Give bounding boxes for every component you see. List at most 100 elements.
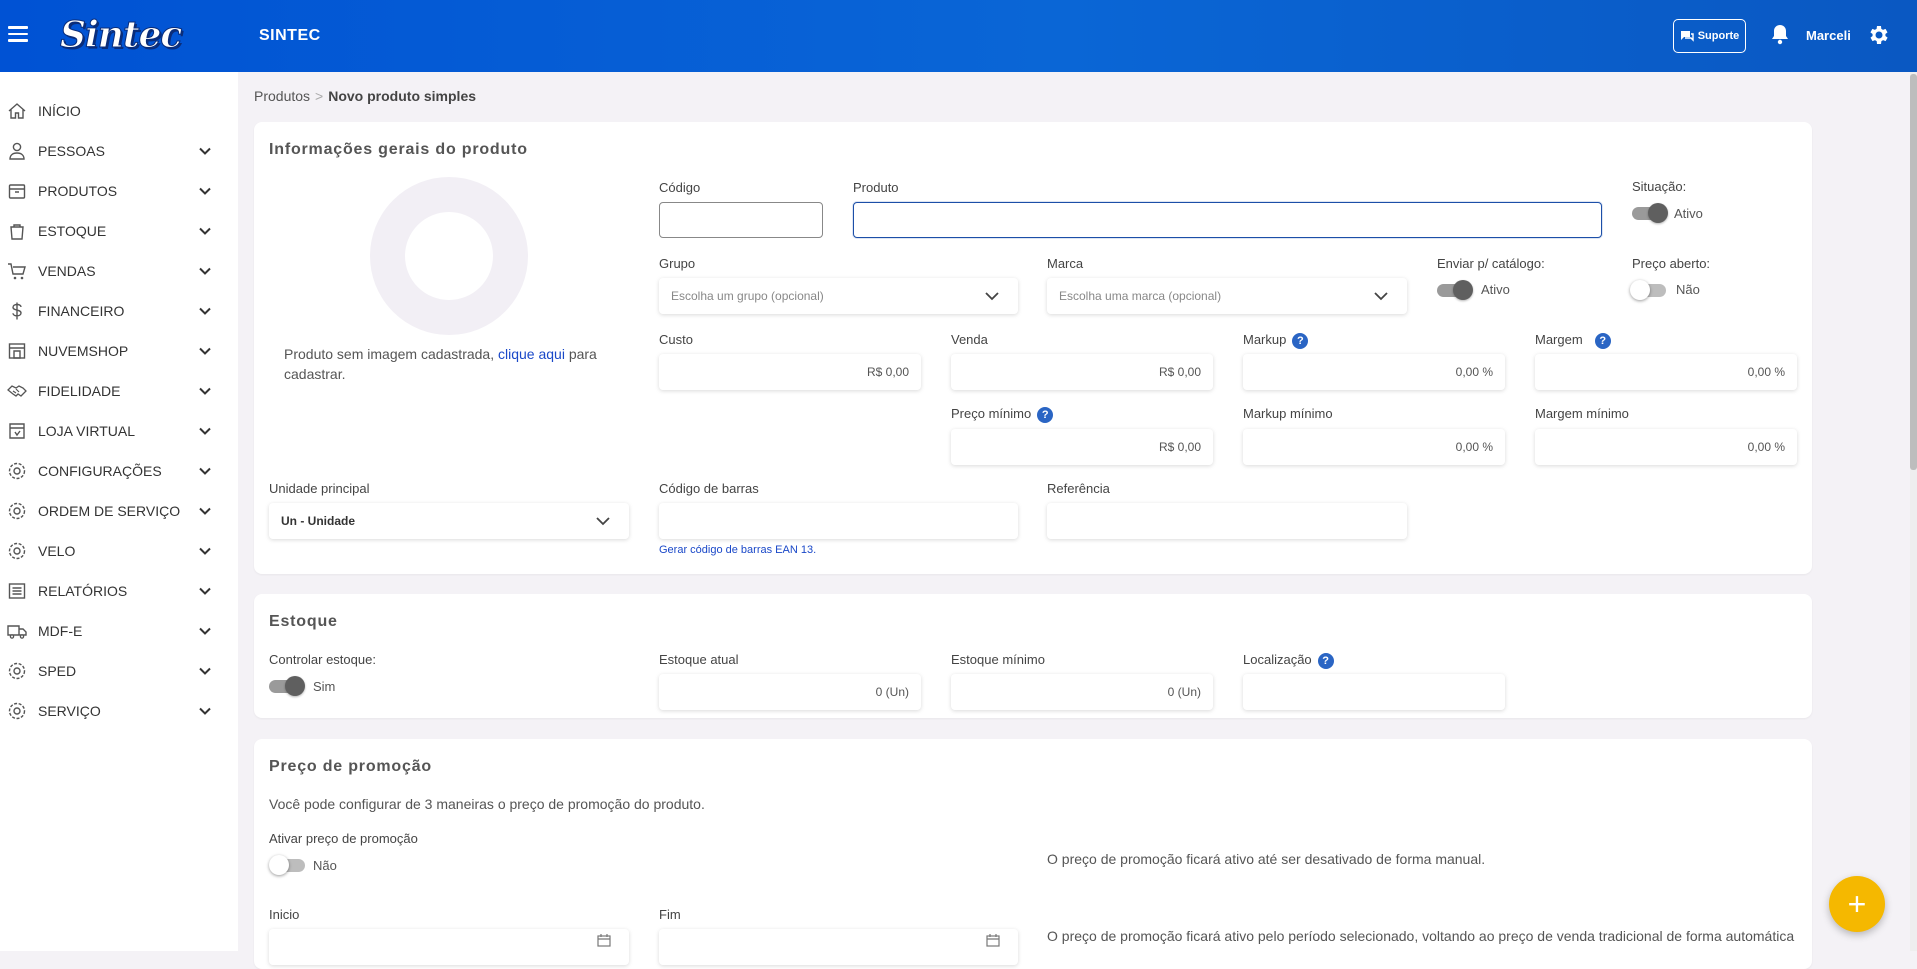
barras-label: Código de barras [659, 481, 759, 496]
settings-icon [8, 662, 26, 680]
breadcrumb-parent[interactable]: Produtos [254, 88, 310, 104]
barras-input[interactable] [659, 503, 1018, 539]
chevron-down-icon[interactable] [198, 344, 212, 358]
sidebar-item-produtos[interactable]: PRODUTOS [0, 171, 238, 211]
sidebar-item-servico[interactable]: SERVIÇO [0, 691, 238, 731]
venda-input[interactable]: R$ 0,00 [951, 354, 1213, 390]
controlar-label: Controlar estoque: [269, 652, 376, 667]
home-icon [8, 103, 26, 119]
estoque-atual-label: Estoque atual [659, 652, 739, 667]
sidebar-item-mdf-e[interactable]: MDF-E [0, 611, 238, 651]
referencia-input[interactable] [1047, 503, 1407, 539]
chevron-down-icon[interactable] [198, 264, 212, 278]
sidebar-item-label: VENDAS [38, 263, 96, 279]
scrollbar-thumb[interactable] [1910, 74, 1917, 470]
sidebar-item-label: VELO [38, 543, 76, 559]
promo-title: Preço de promoção [269, 758, 432, 775]
store-icon [8, 343, 26, 359]
settings-icon [8, 502, 26, 520]
catalogo-toggle[interactable] [1437, 280, 1473, 300]
markup-minimo-label: Markup mínimo [1243, 406, 1333, 421]
ativar-promo-toggle[interactable] [269, 855, 307, 875]
chevron-down-icon[interactable] [198, 224, 212, 238]
calendar-icon[interactable] [597, 934, 611, 947]
promo-description: Você pode configurar de 3 maneiras o pre… [269, 796, 705, 812]
custo-input[interactable]: R$ 0,00 [659, 354, 921, 390]
markup-input[interactable]: 0,00 % [1243, 354, 1505, 390]
chevron-down-icon[interactable] [198, 504, 212, 518]
situacao-toggle[interactable] [1632, 203, 1668, 223]
help-icon[interactable]: ? [1292, 332, 1309, 349]
scrollbar[interactable] [1910, 72, 1917, 951]
chevron-down-icon[interactable] [198, 664, 212, 678]
custo-label: Custo [659, 332, 693, 347]
codigo-input[interactable] [659, 202, 823, 238]
sidebar-item-nuvemshop[interactable]: NUVEMSHOP [0, 331, 238, 371]
sidebar-item-financeiro[interactable]: FINANCEIRO [0, 291, 238, 331]
estoque-atual-input[interactable]: 0 (Un) [659, 674, 921, 710]
chevron-down-icon[interactable] [198, 144, 212, 158]
preco-minimo-input[interactable]: R$ 0,00 [951, 429, 1213, 465]
settings-icon [8, 462, 26, 480]
chevron-down-icon[interactable] [198, 464, 212, 478]
chevron-down-icon[interactable] [198, 384, 212, 398]
logo[interactable]: Sintec [59, 14, 182, 57]
catalogo-value: Ativo [1481, 282, 1510, 297]
sidebar-item-sped[interactable]: SPED [0, 651, 238, 691]
chevron-down-icon[interactable] [198, 184, 212, 198]
sidebar-item-label: PRODUTOS [38, 183, 118, 199]
controlar-value: Sim [313, 679, 336, 694]
sidebar-item-configuracoes[interactable]: CONFIGURAÇÕES [0, 451, 238, 491]
sidebar-item-relatorios[interactable]: RELATÓRIOS [0, 571, 238, 611]
truck-icon [7, 625, 27, 639]
chevron-down-icon[interactable] [198, 584, 212, 598]
margem-input[interactable]: 0,00 % [1535, 354, 1797, 390]
grupo-label: Grupo [659, 256, 696, 271]
unidade-value: Un - Unidade [281, 514, 355, 528]
estoque-minimo-input[interactable]: 0 (Un) [951, 674, 1213, 710]
menu-icon[interactable] [8, 26, 28, 42]
grupo-select[interactable]: Escolha um grupo (opcional) [659, 278, 1018, 314]
chevron-down-icon[interactable] [198, 704, 212, 718]
bell-icon[interactable] [1770, 23, 1790, 45]
sidebar-item-loja-virtual[interactable]: LOJA VIRTUAL [0, 411, 238, 451]
margem-minimo-input[interactable]: 0,00 % [1535, 429, 1797, 465]
upload-image-link[interactable]: clique aqui [498, 346, 565, 362]
controlar-toggle[interactable] [269, 676, 305, 696]
help-icon[interactable]: ? [1594, 332, 1611, 349]
sidebar-item-label: FIDELIDADE [38, 383, 121, 399]
sidebar-item-vendas[interactable]: VENDAS [0, 251, 238, 291]
marca-select[interactable]: Escolha uma marca (opcional) [1047, 278, 1407, 314]
preco-aberto-value: Não [1676, 282, 1700, 297]
markup-label: Markup [1243, 332, 1287, 347]
inicio-date-input[interactable] [269, 929, 629, 965]
markup-minimo-input[interactable]: 0,00 % [1243, 429, 1505, 465]
calendar-icon[interactable] [986, 934, 1000, 947]
dollar-icon [12, 302, 22, 320]
help-icon[interactable]: ? [1317, 652, 1334, 669]
sidebar-item-ordem-de-servico[interactable]: ORDEM DE SERVIÇO [0, 491, 238, 531]
chevron-down-icon[interactable] [198, 624, 212, 638]
sidebar-item-estoque[interactable]: ESTOQUE [0, 211, 238, 251]
help-icon[interactable]: ? [1037, 406, 1054, 423]
sidebar-item-label: SERVIÇO [38, 703, 101, 719]
add-button[interactable]: + [1829, 876, 1885, 932]
referencia-label: Referência [1047, 481, 1110, 496]
fim-date-input[interactable] [659, 929, 1018, 965]
chevron-down-icon[interactable] [198, 424, 212, 438]
chevron-down-icon[interactable] [198, 544, 212, 558]
gear-icon[interactable] [1866, 23, 1890, 47]
preco-aberto-toggle[interactable] [1630, 280, 1668, 300]
produto-input[interactable] [853, 202, 1602, 238]
user-name[interactable]: Marceli [1806, 28, 1851, 43]
generate-barcode-link[interactable]: Gerar código de barras EAN 13. [659, 544, 816, 556]
unidade-select[interactable]: Un - Unidade [269, 503, 629, 539]
sidebar-item-pessoas[interactable]: PESSOAS [0, 131, 238, 171]
localizacao-input[interactable] [1243, 674, 1505, 710]
handshake-icon [7, 385, 27, 397]
sidebar-item-fidelidade[interactable]: FIDELIDADE [0, 371, 238, 411]
sidebar-item-velo[interactable]: VELO [0, 531, 238, 571]
support-button[interactable]: Suporte [1673, 19, 1746, 53]
chevron-down-icon[interactable] [198, 304, 212, 318]
sidebar-item-inicio[interactable]: INÍCIO [0, 91, 238, 131]
